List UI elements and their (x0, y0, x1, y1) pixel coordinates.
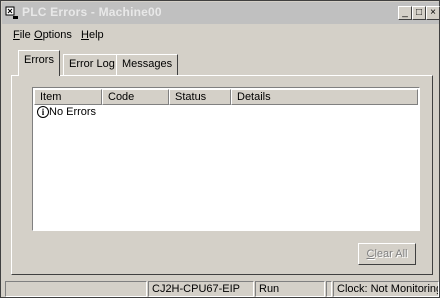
column-header-details[interactable]: Details (231, 89, 418, 105)
status-plc-model: CJ2H-CPU67-EIP (148, 281, 254, 297)
tab-error-log[interactable]: Error Log (63, 54, 121, 75)
minimize-icon: _ (402, 7, 408, 18)
minimize-button[interactable]: _ (398, 6, 412, 20)
column-header-item[interactable]: Item (34, 89, 102, 105)
column-header-code[interactable]: Code (102, 89, 169, 105)
list-header: Item Code Status Details (34, 89, 418, 105)
errors-list[interactable]: Item Code Status Details i No Errors (32, 87, 420, 231)
tab-messages[interactable]: Messages (116, 54, 179, 75)
status-mode: Run (255, 281, 325, 297)
list-item-text: No Errors (49, 106, 97, 119)
menu-bar: File Options Help (2, 25, 439, 45)
info-icon: i (37, 106, 49, 119)
tab-errors[interactable]: Errors (18, 50, 60, 76)
status-cell-spacer (326, 281, 332, 297)
menu-file[interactable]: File (13, 29, 31, 41)
plc-errors-window: PLC Errors - Machine00 _ □ × File Option… (0, 0, 440, 298)
status-clock: Clock: Not Monitoring (333, 281, 439, 297)
close-button[interactable]: × (426, 6, 440, 20)
maximize-icon: □ (415, 7, 423, 18)
menu-help[interactable]: Help (81, 29, 104, 41)
close-icon: × (430, 7, 436, 18)
column-header-status[interactable]: Status (169, 89, 231, 105)
plc-app-icon (5, 6, 19, 20)
title-bar[interactable]: PLC Errors - Machine00 _ □ × (2, 2, 440, 24)
maximize-button[interactable]: □ (412, 6, 426, 20)
clear-all-button[interactable]: Clear All (358, 243, 416, 265)
window-title: PLC Errors - Machine00 (22, 5, 162, 19)
list-item[interactable]: i No Errors (37, 106, 96, 120)
menu-options[interactable]: Options (34, 29, 72, 41)
status-cell-blank (5, 281, 147, 297)
